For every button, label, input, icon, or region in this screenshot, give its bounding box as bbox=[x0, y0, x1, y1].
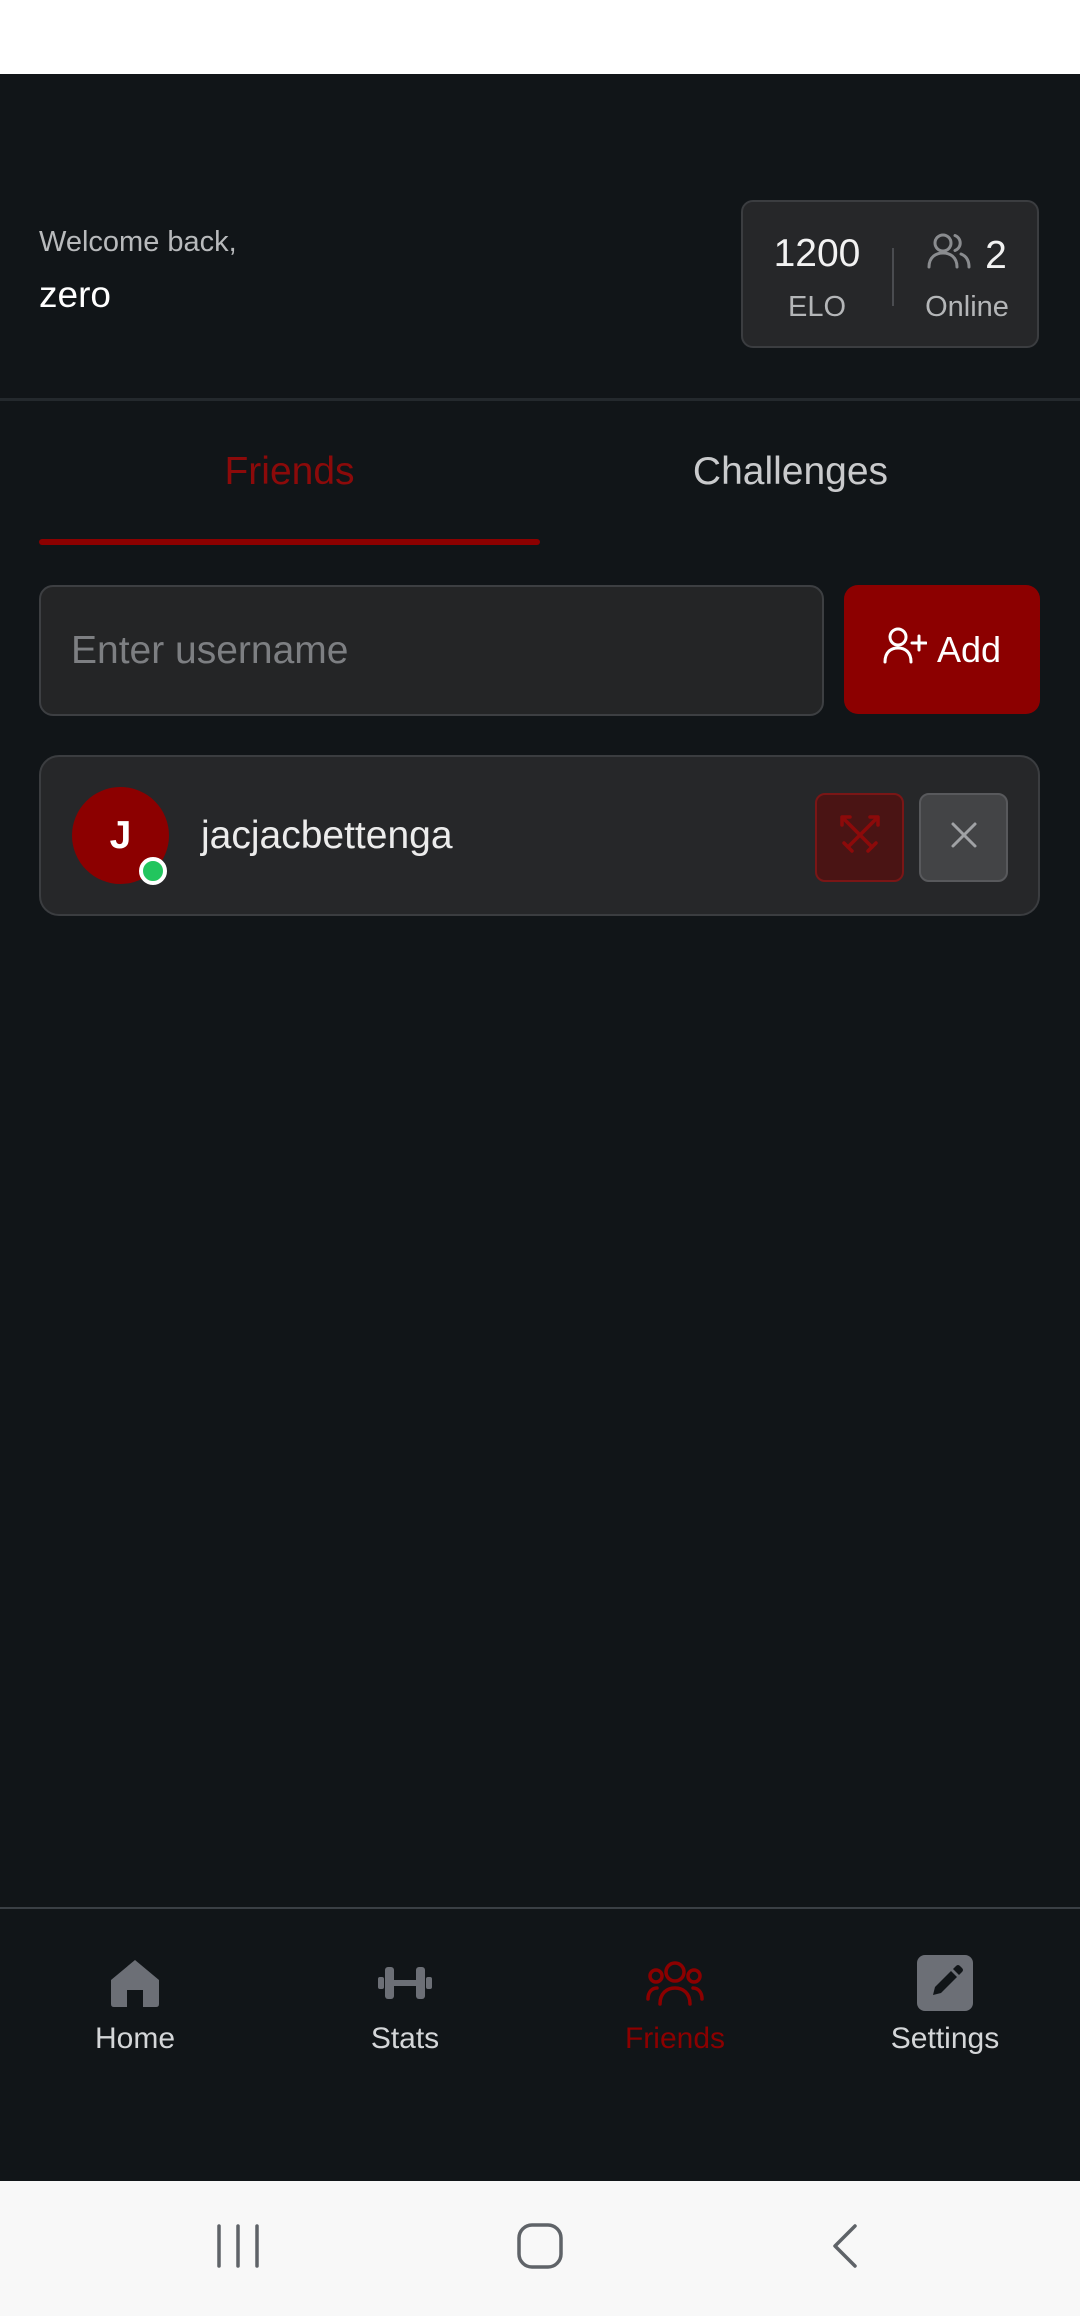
username-input[interactable] bbox=[39, 585, 824, 716]
add-button-label: Add bbox=[936, 628, 1002, 670]
remove-friend-button[interactable] bbox=[919, 793, 1008, 882]
online-count: 2 bbox=[985, 234, 1007, 277]
online-stat: 2 Online bbox=[893, 202, 1041, 350]
tab-challenges[interactable]: Challenges bbox=[540, 430, 1041, 546]
status-bar bbox=[0, 0, 1080, 74]
home-icon bbox=[0, 1953, 270, 2013]
users-icon bbox=[540, 1953, 810, 2013]
online-status-indicator bbox=[139, 857, 167, 885]
username-display: zero bbox=[39, 274, 111, 315]
active-tab-indicator bbox=[39, 539, 540, 545]
header-divider bbox=[0, 398, 1080, 401]
nav-friends[interactable]: Friends bbox=[540, 1953, 810, 2073]
crossed-swords-icon bbox=[838, 813, 882, 862]
user-plus-icon bbox=[883, 625, 928, 674]
users-icon bbox=[927, 232, 971, 280]
back-chevron-icon bbox=[827, 2222, 861, 2275]
friend-card: J jacjacbettenga bbox=[39, 755, 1040, 916]
welcome-text: Welcome back, bbox=[39, 226, 237, 258]
recents-icon bbox=[215, 2224, 261, 2273]
home-square-icon bbox=[516, 2222, 564, 2275]
elo-value: 1200 bbox=[773, 232, 861, 275]
add-friend-button[interactable]: Add bbox=[844, 585, 1040, 714]
nav-stats-label: Stats bbox=[370, 2022, 440, 2055]
system-navigation-bar bbox=[0, 2181, 1080, 2316]
nav-stats[interactable]: Stats bbox=[270, 1953, 540, 2073]
tab-friends[interactable]: Friends bbox=[39, 430, 540, 546]
system-home-button[interactable] bbox=[460, 2181, 620, 2316]
greeting: Welcome back, zero bbox=[39, 224, 237, 316]
nav-friends-label: Friends bbox=[624, 2022, 726, 2055]
challenge-friend-button[interactable] bbox=[815, 793, 904, 882]
dumbbell-icon bbox=[270, 1953, 540, 2013]
online-label: Online bbox=[925, 291, 1009, 323]
nav-home[interactable]: Home bbox=[0, 1953, 270, 2073]
recent-apps-button[interactable] bbox=[158, 2181, 318, 2316]
edit-icon bbox=[810, 1953, 1080, 2013]
elo-label: ELO bbox=[787, 291, 847, 323]
friend-username: jacjacbettenga bbox=[201, 814, 453, 857]
stats-card: 1200 ELO 2 Online bbox=[741, 200, 1039, 348]
nav-settings-label: Settings bbox=[890, 2022, 1000, 2055]
nav-home-label: Home bbox=[94, 2022, 176, 2055]
elo-stat: 1200 ELO bbox=[743, 202, 891, 350]
nav-settings[interactable]: Settings bbox=[810, 1953, 1080, 2073]
app-screen: Welcome back, zero bbox=[0, 74, 1080, 2181]
tab-bar: Friends Challenges bbox=[39, 430, 1041, 546]
system-back-button[interactable] bbox=[764, 2181, 924, 2316]
bottom-navigation: Home Stats Friends Settings bbox=[0, 1907, 1080, 2183]
close-icon bbox=[949, 820, 979, 855]
